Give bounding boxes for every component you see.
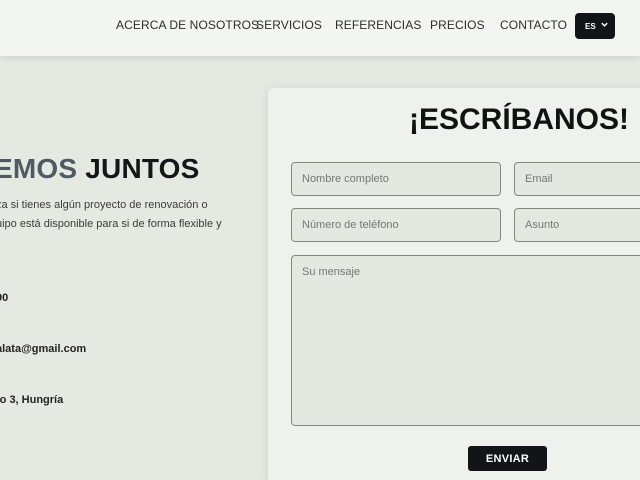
full-name-input[interactable]: Nombre completo (291, 162, 501, 196)
contact-page: ACERCA DE NOSOTROS SERVICIOS REFERENCIAS… (0, 0, 640, 480)
language-selector-value: ES (585, 21, 596, 31)
phone-input[interactable]: Número de teléfono (291, 208, 501, 242)
email-input[interactable]: Email (514, 162, 640, 196)
subject-input[interactable]: Asunto (514, 208, 640, 242)
nav-link-contact[interactable]: CONTACTO (500, 18, 567, 32)
nav-link-services[interactable]: SERVICIOS (256, 18, 322, 32)
contact-intro-line-1: za si tienes algún proyecto de renovació… (0, 199, 208, 211)
nav-link-references[interactable]: REFERENCIAS (335, 18, 421, 32)
nav-link-prices[interactable]: PRECIOS (430, 18, 485, 32)
contact-heading-suffix: JUNTOS (85, 153, 200, 184)
send-button[interactable]: ENVIAR (468, 446, 547, 471)
nav-link-about-us[interactable]: ACERCA DE NOSOTROS (116, 18, 259, 32)
form-title: ¡ESCRÍBANOS! (409, 103, 630, 136)
top-navigation-bar: ACERCA DE NOSOTROS SERVICIOS REFERENCIAS… (0, 0, 640, 56)
contact-email[interactable]: alata@gmail.com (0, 343, 86, 355)
contact-address: to 3, Hungría (0, 394, 64, 406)
contact-heading-prefix: EMOS (0, 153, 78, 184)
contact-intro-line-2: uipo está disponible para si de forma fl… (0, 218, 222, 230)
language-selector[interactable]: ES (575, 13, 615, 39)
contact-phone[interactable]: 90 (0, 292, 8, 304)
message-textarea[interactable]: Su mensaje (291, 255, 640, 426)
contact-heading: EMOS JUNTOS (0, 153, 200, 185)
chevron-down-icon (601, 22, 608, 27)
